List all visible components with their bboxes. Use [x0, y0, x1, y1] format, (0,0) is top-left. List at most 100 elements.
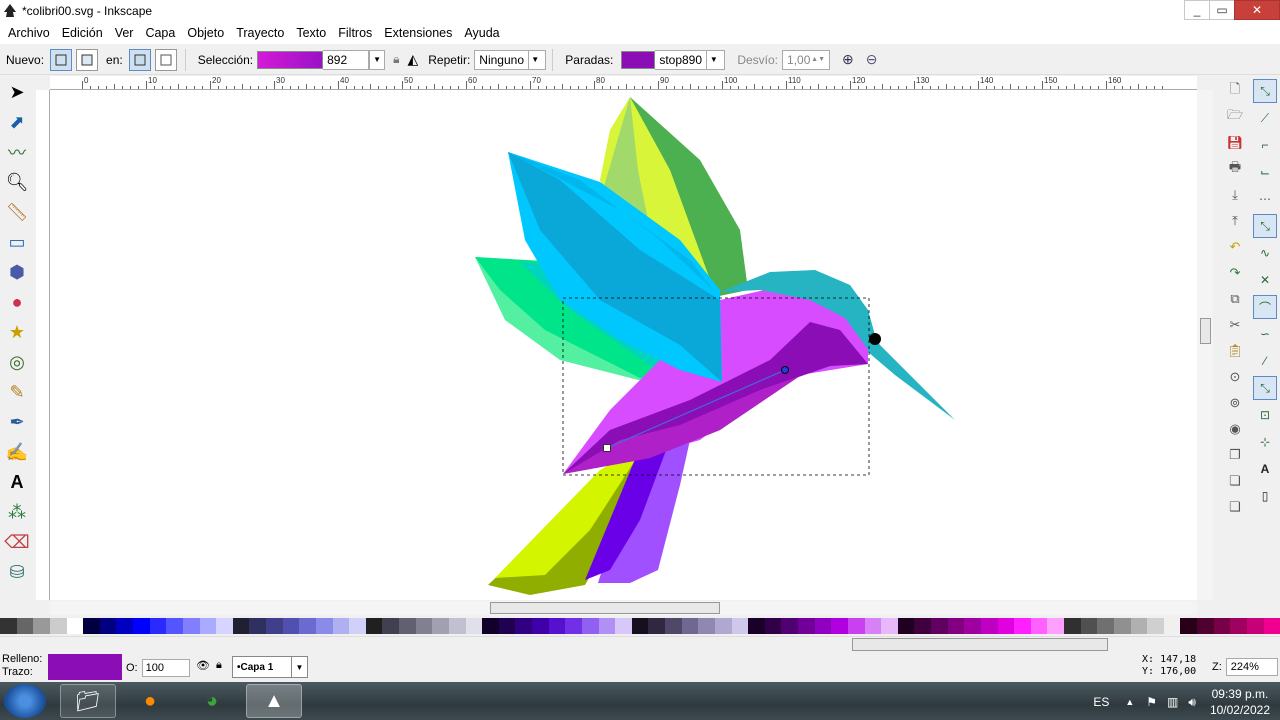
text-tool-icon[interactable]: A [2, 468, 32, 496]
fill-target-button[interactable] [128, 48, 151, 71]
palette-swatch[interactable] [299, 618, 316, 634]
opacity-input[interactable]: 100 [141, 659, 190, 677]
palette-swatch[interactable] [1047, 618, 1064, 634]
gradient-preview-swatch[interactable] [257, 50, 324, 69]
selector-tool-icon[interactable]: ➤ [2, 78, 32, 106]
palette-swatch[interactable] [33, 618, 50, 634]
cut-icon[interactable]: ✂ [1224, 314, 1246, 336]
node-tool-icon[interactable]: ⬈ [2, 108, 32, 136]
palette-swatch[interactable] [615, 618, 632, 634]
palette-swatch[interactable] [681, 618, 699, 634]
snap-bbox-midpoint-icon[interactable]: ⋯ [1253, 187, 1277, 211]
palette-swatch[interactable] [116, 618, 133, 634]
rectangle-tool-icon[interactable]: ▭ [2, 228, 32, 256]
palette-swatch[interactable] [232, 618, 250, 634]
palette-swatch[interactable] [382, 618, 399, 634]
snap-nodes-icon[interactable]: ⤡ [1253, 214, 1277, 238]
star-tool-icon[interactable]: ★ [2, 318, 32, 346]
palette-swatch[interactable] [349, 618, 366, 634]
palette-swatch[interactable] [166, 618, 183, 634]
calligraphy-tool-icon[interactable]: ✍ [2, 438, 32, 466]
snap-cusp-icon[interactable]: ⌒ [1253, 295, 1277, 319]
measure-tool-icon[interactable]: 📏︎ [2, 198, 32, 226]
inkscape-taskbar-icon[interactable]: ▲ [246, 684, 302, 718]
snap-page-border-icon[interactable]: ▯ [1253, 484, 1277, 508]
palette-swatch[interactable] [465, 618, 483, 634]
snap-midpoint-icon[interactable]: ⁄ [1253, 349, 1277, 373]
palette-swatch[interactable] [980, 618, 998, 634]
menu-objeto[interactable]: Objeto [181, 26, 230, 40]
menu-extensiones[interactable]: Extensiones [378, 26, 458, 40]
radial-gradient-button[interactable] [76, 48, 99, 71]
palette-swatch[interactable] [83, 618, 100, 634]
close-button[interactable]: ✕ [1234, 0, 1280, 20]
palette-swatch[interactable] [847, 618, 865, 634]
palette-swatch[interactable] [515, 618, 532, 634]
zoom-page-icon[interactable]: ◉ [1224, 418, 1246, 440]
gradient-select-dropdown[interactable]: ▼ [369, 49, 386, 70]
palette-swatch[interactable] [415, 618, 433, 634]
gradient-select[interactable]: 892 [323, 49, 370, 70]
palette-swatch[interactable] [1030, 618, 1048, 634]
palette-swatch[interactable] [964, 618, 981, 634]
palette-swatch[interactable] [698, 618, 715, 634]
menu-trayecto[interactable]: Trayecto [230, 26, 290, 40]
tray-expand-icon[interactable]: ▲ [1125, 697, 1134, 707]
minimize-button[interactable]: _ [1184, 0, 1210, 20]
spray-tool-icon[interactable]: ⁂ [2, 498, 32, 526]
lock-icon[interactable]: 🔒︎ [393, 52, 399, 67]
paint-bucket-tool-icon[interactable]: ⛁ [2, 558, 32, 586]
fill-indicator[interactable] [48, 654, 122, 680]
palette-swatch[interactable] [133, 618, 150, 634]
palette-swatch[interactable] [266, 618, 283, 634]
delete-stop-icon[interactable]: ⊖ [866, 51, 878, 68]
palette-swatch[interactable] [1180, 618, 1197, 634]
palette-swatch[interactable] [332, 618, 350, 634]
palette-swatch[interactable] [1064, 618, 1081, 634]
network-icon[interactable]: ▥ [1167, 695, 1178, 709]
menu-archivo[interactable]: Archivo [2, 26, 56, 40]
palette-swatch[interactable] [432, 618, 449, 634]
palette-swatch[interactable] [16, 618, 34, 634]
reverse-gradient-icon[interactable]: ◭ [407, 51, 418, 68]
palette-swatch[interactable] [66, 618, 84, 634]
snap-bbox-icon[interactable]: ⟋ [1253, 106, 1277, 130]
palette-swatch[interactable] [648, 618, 665, 634]
export-icon[interactable]: ⤒ [1224, 210, 1246, 232]
palette-swatch[interactable] [931, 618, 948, 634]
palette-swatch[interactable] [49, 618, 67, 634]
palette-swatch[interactable] [1130, 618, 1148, 634]
snap-center-icon[interactable]: ⊡ [1253, 403, 1277, 427]
print-icon[interactable]: 🖶 [1224, 158, 1246, 180]
palette-swatch[interactable] [548, 618, 566, 634]
eraser-tool-icon[interactable]: ⌫ [2, 528, 32, 556]
stop-select[interactable]: stop890 ▼ [655, 49, 726, 70]
file-explorer-taskbar-icon[interactable]: 📁︎ [60, 684, 116, 718]
palette-swatch[interactable] [665, 618, 682, 634]
palette-swatch[interactable] [1213, 618, 1231, 634]
gradient-end-handle[interactable] [781, 366, 789, 374]
palette-swatch[interactable] [498, 618, 516, 634]
palette-swatch[interactable] [814, 618, 832, 634]
palette-swatch[interactable] [864, 618, 882, 634]
palette-swatch[interactable] [1197, 618, 1214, 634]
unlink-clone-icon[interactable]: ❑ [1224, 496, 1246, 518]
zoom-selection-icon[interactable]: ⊙ [1224, 366, 1246, 388]
palette-swatch[interactable] [781, 618, 798, 634]
palette-swatch[interactable] [914, 618, 931, 634]
drawing-canvas[interactable] [50, 90, 1197, 600]
duplicate-icon[interactable]: ❐ [1224, 444, 1246, 466]
palette-swatch[interactable] [631, 618, 649, 634]
palette-swatch[interactable] [565, 618, 582, 634]
palette-swatch[interactable] [1097, 618, 1114, 634]
snap-intersection-icon[interactable]: ✕ [1253, 268, 1277, 292]
linear-gradient-button[interactable] [50, 48, 73, 71]
clock[interactable]: 09:39 p.m. 10/02/2022 [1210, 686, 1270, 718]
palette-swatch[interactable] [731, 618, 749, 634]
zoom-drawing-icon[interactable]: ⊚ [1224, 392, 1246, 414]
palette-swatch[interactable] [1263, 618, 1280, 634]
vertical-scroll-thumb[interactable] [1200, 318, 1211, 344]
redo-icon[interactable]: ↷ [1224, 262, 1246, 284]
palette-swatch[interactable] [798, 618, 815, 634]
pencil-tool-icon[interactable]: ✎ [2, 378, 32, 406]
